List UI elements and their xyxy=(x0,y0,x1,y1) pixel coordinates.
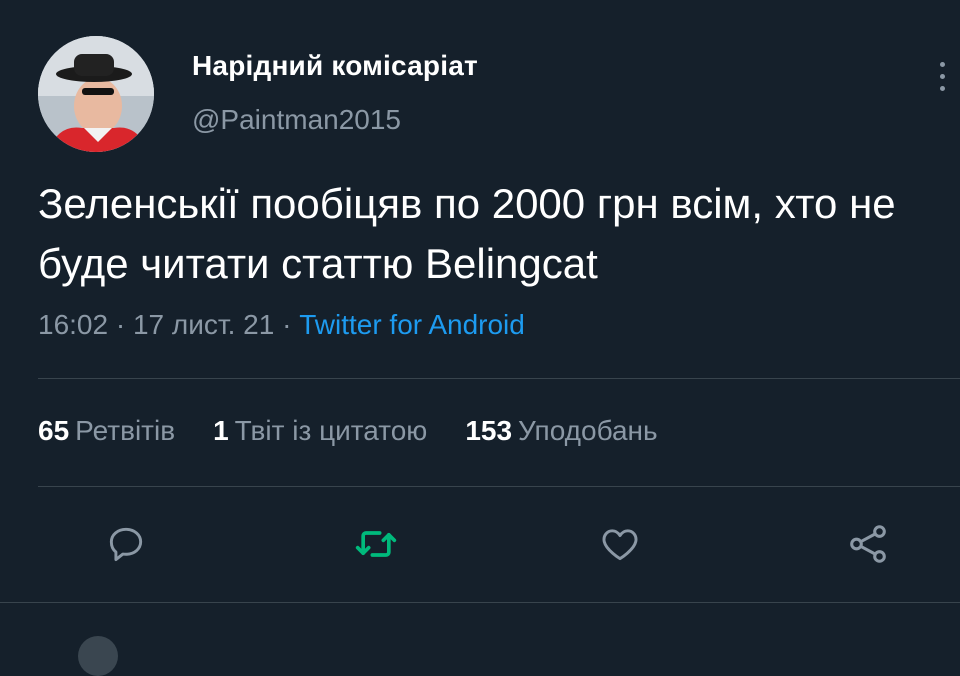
share-button[interactable] xyxy=(840,520,896,568)
tweet-source-link[interactable]: Twitter for Android xyxy=(299,309,525,340)
meta-separator: · xyxy=(115,309,126,340)
tweet-time[interactable]: 16:02 xyxy=(38,309,108,340)
quotes-label: Твіт із цитатою xyxy=(234,415,428,446)
more-dot xyxy=(940,62,945,67)
heart-icon xyxy=(602,529,638,561)
tweet-meta: 16:02 · 17 лист. 21 · Twitter for Androi… xyxy=(38,309,525,341)
retweets-count: 65 xyxy=(38,415,70,446)
author-display-name[interactable]: Нарідний комісаріат xyxy=(192,50,478,82)
author-handle[interactable]: @Paintman2015 xyxy=(192,104,401,136)
meta-separator: · xyxy=(282,309,292,340)
tweet-date[interactable]: 17 лист. 21 xyxy=(133,309,274,340)
reply-icon xyxy=(109,527,143,562)
share-icon xyxy=(850,525,886,563)
quotes-count: 1 xyxy=(213,415,229,446)
divider xyxy=(0,602,960,603)
retweets-label: Ретвітів xyxy=(75,415,176,446)
tweet-text: Зеленськії пообіцяв по 2000 грн всім, хт… xyxy=(38,180,896,287)
likes-stat[interactable]: 153 Уподобань xyxy=(465,415,657,447)
divider xyxy=(38,486,960,487)
likes-count: 153 xyxy=(465,415,513,446)
more-dot xyxy=(940,86,945,91)
likes-label: Уподобань xyxy=(518,415,658,446)
reply-button[interactable] xyxy=(98,520,154,568)
retweets-stat[interactable]: 65 Ретвітів xyxy=(38,415,175,447)
tweet-stats: 65 Ретвітів 1 Твіт із цитатою 153 Уподобань xyxy=(38,415,658,447)
reply-author-avatar[interactable] xyxy=(78,636,118,676)
author-avatar[interactable] xyxy=(38,36,154,152)
retweet-button[interactable] xyxy=(348,520,404,568)
avatar-image xyxy=(38,36,154,152)
divider xyxy=(38,378,960,379)
like-button[interactable] xyxy=(592,520,648,568)
retweet-icon xyxy=(355,531,397,557)
more-options-button[interactable] xyxy=(924,58,960,94)
quotes-stat[interactable]: 1 Твіт із цитатою xyxy=(213,415,427,447)
more-dot xyxy=(940,74,945,79)
